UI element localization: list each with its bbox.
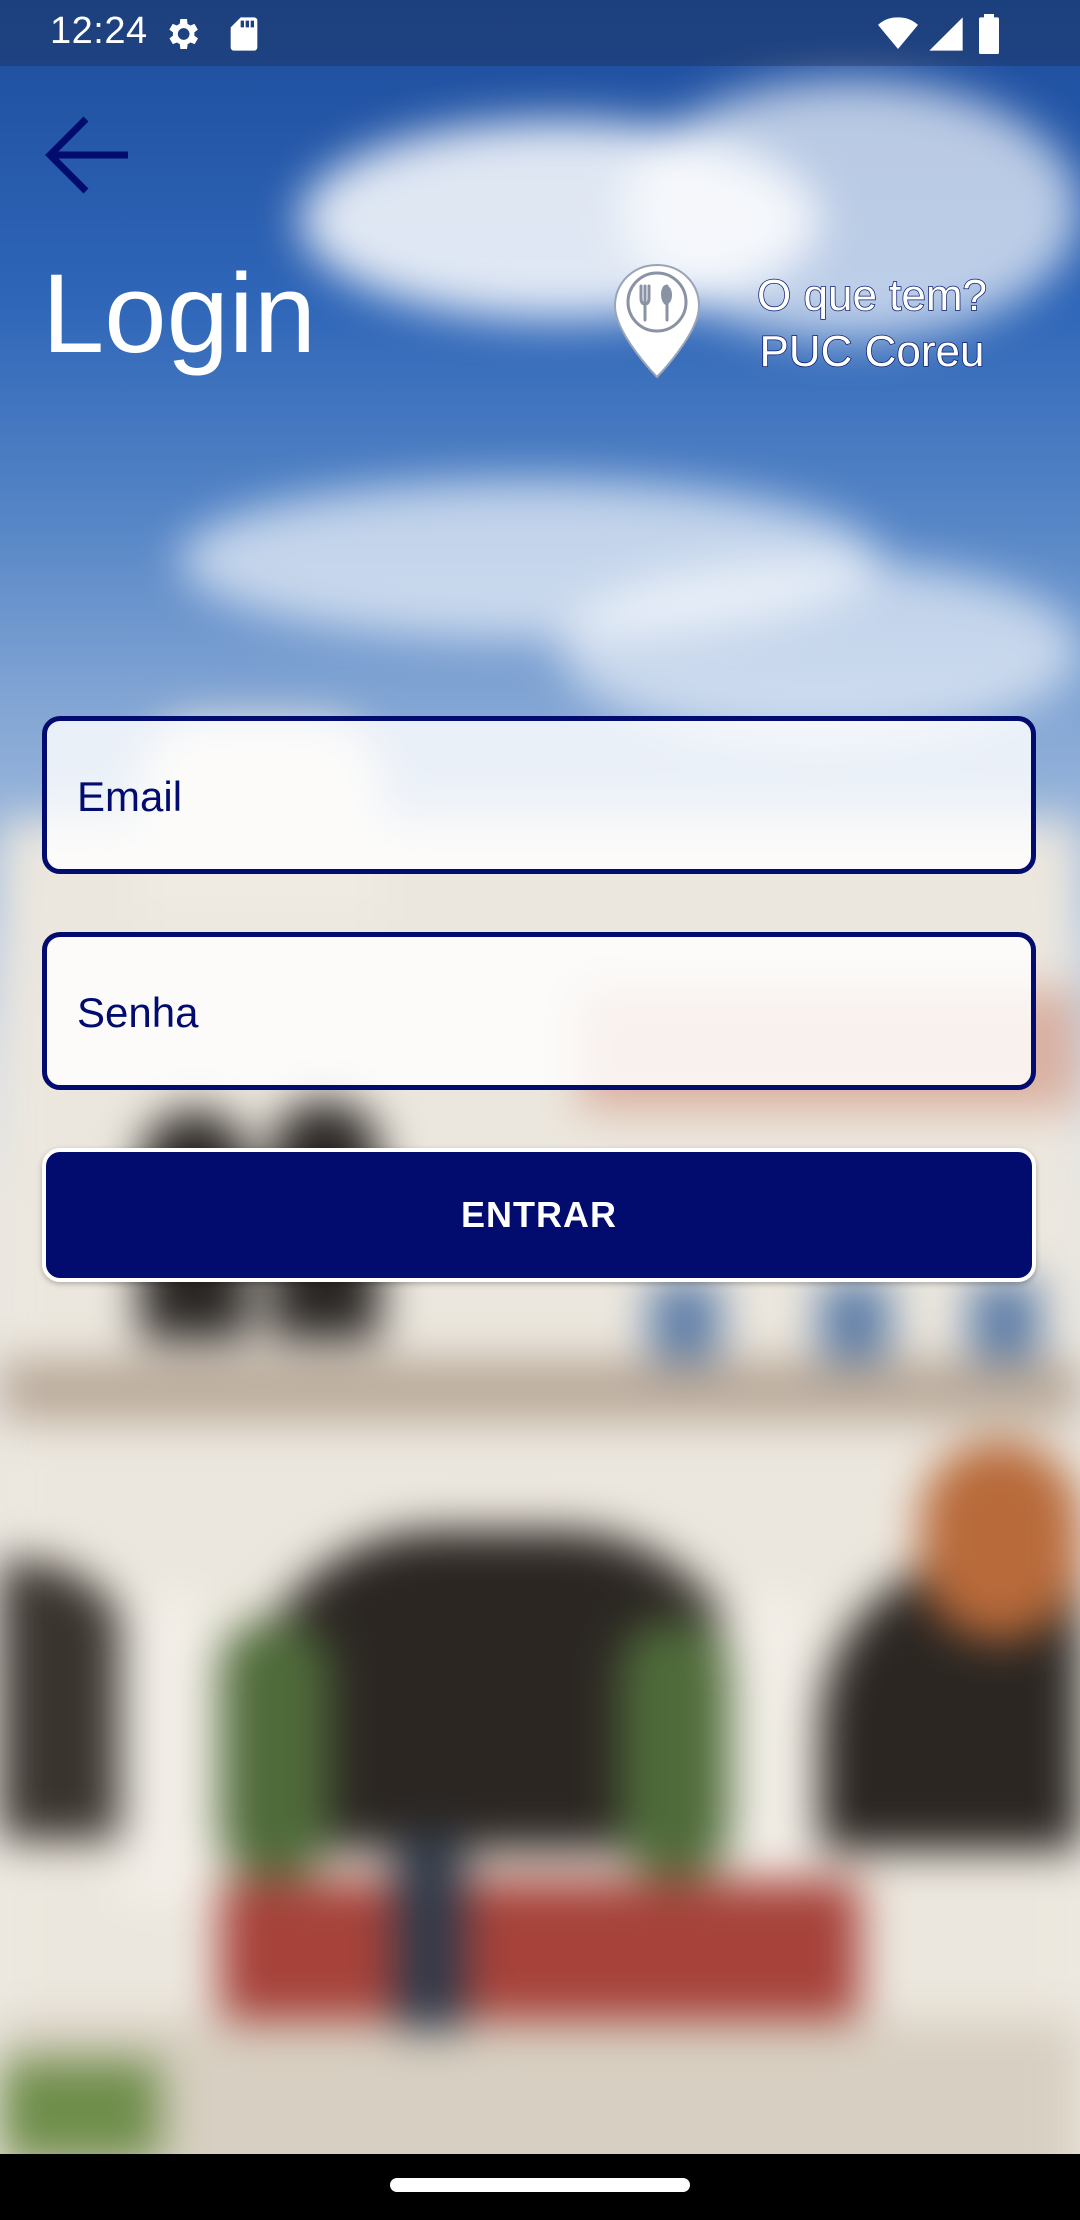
- battery-icon: [979, 14, 999, 54]
- login-button[interactable]: ENTRAR: [42, 1148, 1036, 1282]
- wifi-icon: [878, 17, 918, 49]
- brand-line-2: PUC Coreu: [759, 326, 985, 377]
- home-gesture-handle[interactable]: [390, 2178, 690, 2192]
- location-pin-utensils-icon: [613, 263, 701, 379]
- back-button[interactable]: [38, 105, 138, 205]
- brand-logo: O que tem? PUC Coreu: [612, 262, 1032, 382]
- arrow-back-icon: [45, 116, 128, 194]
- settings-icon: [169, 19, 198, 49]
- email-field[interactable]: Email: [42, 716, 1036, 874]
- status-time: 12:24: [50, 10, 148, 52]
- status-bar: 12:24: [0, 0, 1080, 66]
- page-title: Login: [42, 251, 317, 376]
- password-field[interactable]: Senha: [42, 932, 1036, 1090]
- signal-icon: [929, 17, 963, 51]
- sd-card-icon: [230, 17, 258, 51]
- email-placeholder: Email: [77, 773, 183, 820]
- navigation-bar: [0, 2154, 1080, 2220]
- password-placeholder: Senha: [77, 989, 199, 1036]
- brand-name: O que tem? PUC Coreu: [712, 268, 1032, 380]
- brand-line-1: O que tem?: [756, 270, 987, 321]
